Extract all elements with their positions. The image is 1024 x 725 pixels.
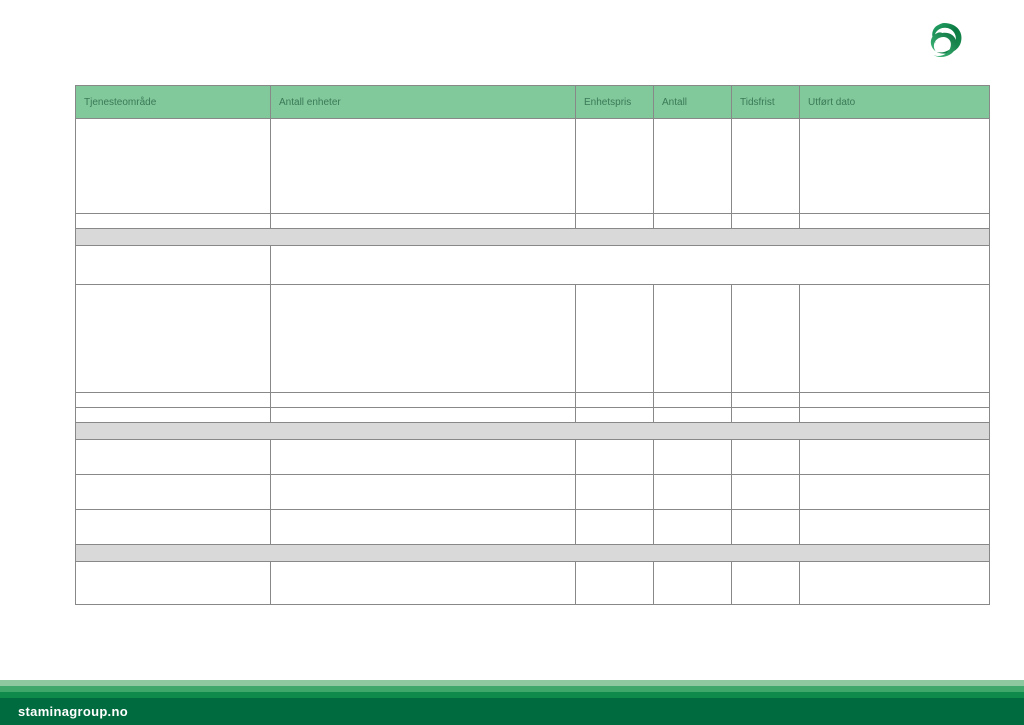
footer-stripes (0, 680, 1024, 698)
table-row (76, 562, 990, 605)
page: Tjenesteområde Antall enheter Enhetspris… (0, 0, 1024, 725)
footer-site-text: staminagroup.no (18, 704, 128, 719)
main-table-container: Tjenesteområde Antall enheter Enhetspris… (75, 85, 990, 605)
table-row (76, 510, 990, 545)
stamina-logo (919, 18, 969, 68)
header-col4: Antall (654, 86, 732, 119)
table-row (76, 119, 990, 214)
table-header: Tjenesteområde Antall enheter Enhetspris… (76, 86, 990, 119)
table-row (76, 475, 990, 510)
table-row (76, 214, 990, 229)
header-col2: Antall enheter (271, 86, 576, 119)
footer: staminagroup.no (0, 680, 1024, 725)
main-table: Tjenesteområde Antall enheter Enhetspris… (75, 85, 990, 605)
header-col5: Tidsfrist (732, 86, 800, 119)
table-row (76, 393, 990, 408)
header-col1: Tjenesteområde (76, 86, 271, 119)
table-row (76, 440, 990, 475)
header-col3: Enhetspris (576, 86, 654, 119)
section-row (76, 545, 990, 562)
table-row (76, 408, 990, 423)
section-row (76, 423, 990, 440)
section-row (76, 229, 990, 246)
table-row (76, 285, 990, 393)
footer-bar: staminagroup.no (0, 698, 1024, 725)
table-row (76, 246, 990, 285)
header-col6: Utført dato (800, 86, 990, 119)
